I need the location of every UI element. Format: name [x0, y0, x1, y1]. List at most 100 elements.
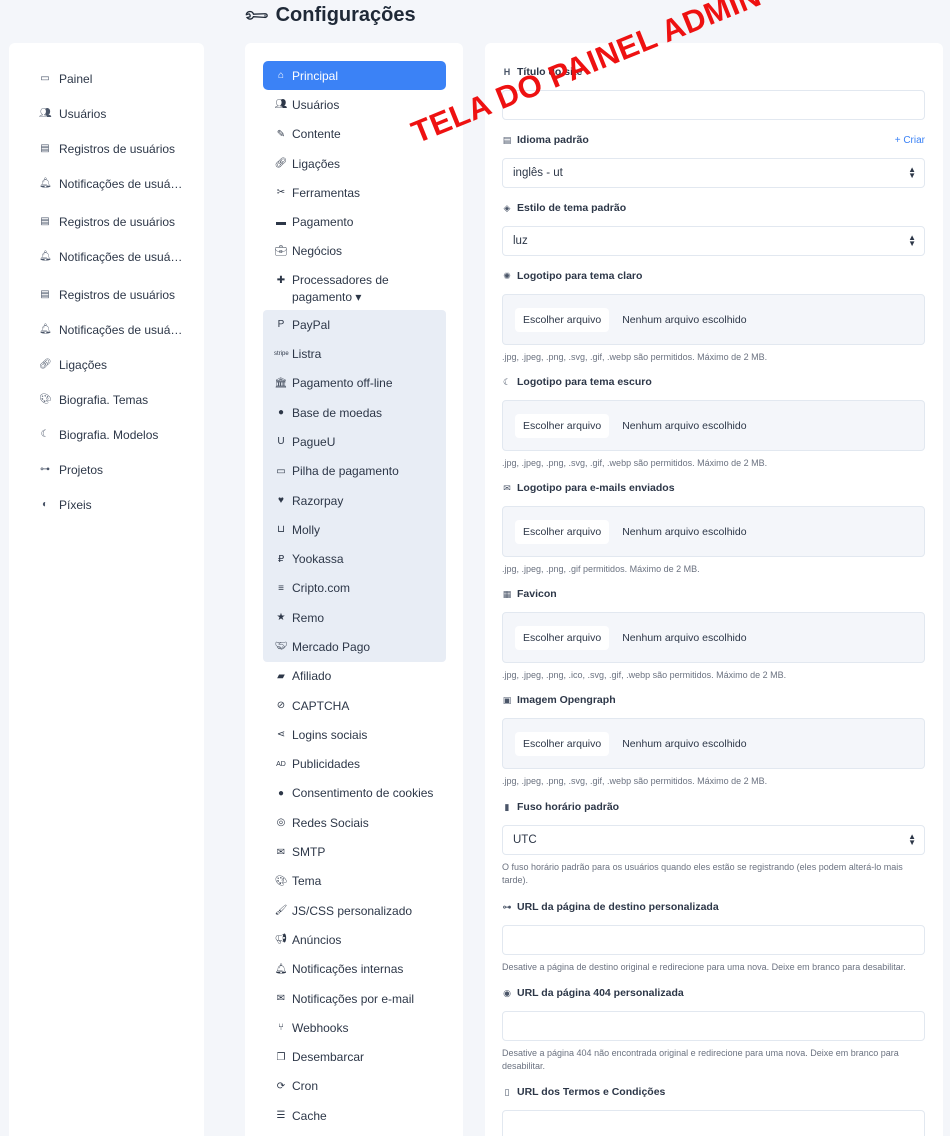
choose-file-button[interactable]: Escolher arquivo [515, 625, 610, 650]
sidebar-item-painel[interactable]: ▭ Painel [9, 61, 204, 96]
envelope-icon: ✉ [503, 482, 511, 493]
tools-icon: ✂ [276, 187, 286, 199]
menu-item-cookies[interactable]: ● Consentimento de cookies [263, 779, 446, 808]
moon-icon: ☾ [502, 376, 512, 387]
menu-item-notificacoes-email[interactable]: ✉ Notificações por e-mail [263, 984, 446, 1013]
settings-form: H Título do site ▤ Idioma padrão + Criar in… [485, 43, 943, 1136]
sidebar-item-pixeis[interactable]: ◐ Píxeis [9, 487, 204, 522]
menu-item-yookassa[interactable]: ₽ Yookassa [263, 544, 446, 573]
menu-item-afiliado[interactable]: ▰ Afiliado [263, 662, 446, 691]
menu-item-razorpay[interactable]: ♥ Razorpay [263, 486, 446, 515]
menu-item-base-moedas[interactable]: ● Base de moedas [263, 398, 446, 427]
terms-url-field: ▯ URL dos Termos e Condições [502, 1085, 925, 1136]
puzzle-icon: ✚ [276, 275, 286, 287]
home-icon: ⌂ [277, 70, 285, 82]
menu-item-webhooks[interactable]: ⑂ Webhooks [263, 1013, 446, 1042]
bullhorn-icon: 📢︎ [274, 934, 288, 946]
sidebar: ▭ Painel 👥︎ Usuários ▤ Registros de usuário… [9, 43, 204, 1136]
logo-email-file-input[interactable]: Escolher arquivo Nenhum arquivo escolhido [502, 506, 925, 557]
handshake-icon: 🤝︎ [274, 641, 288, 653]
bell-icon: 🔔︎ [39, 178, 52, 189]
wallet-icon: ▰ [277, 670, 285, 682]
menu-item-listra[interactable]: stripe Listra [263, 339, 446, 368]
sidebar-item-registros[interactable]: ▤ Registros de usuários [9, 277, 204, 312]
coinbase-icon: ● [277, 407, 285, 419]
favicon-file-input[interactable]: Escolher arquivo Nenhum arquivo escolhido [502, 612, 925, 663]
menu-item-pagueu[interactable]: U PagueU [263, 427, 446, 456]
fill-drip-icon: ◈ [503, 202, 511, 213]
menu-item-pagamento-offline[interactable]: 🏛︎ Pagamento off-line [263, 369, 446, 398]
sidebar-item-registros[interactable]: ▤ Registros de usuários [9, 131, 204, 166]
terms-url-input[interactable] [502, 1110, 925, 1136]
sidebar-item-biografia-temas[interactable]: 🎨︎ Biografia. Temas [9, 382, 204, 417]
briefcase-icon: 💼︎ [274, 245, 288, 257]
choose-file-button[interactable]: Escolher arquivo [515, 307, 610, 332]
copy-icon: ❐ [276, 1051, 286, 1063]
compass-icon: ◉ [503, 987, 511, 998]
menu-item-processadores[interactable]: ✚ Processadores de pagamento ▾ [263, 266, 446, 310]
sidebar-item-registros[interactable]: ▤ Registros de usuários [9, 204, 204, 239]
menu-item-logins-sociais[interactable]: ⋖ Logins sociais [263, 720, 446, 749]
blog-icon: ✎ [276, 128, 286, 140]
paint-brush-icon: 🖌︎ [274, 905, 288, 917]
theme-select[interactable]: luz ▲ ▼ [502, 226, 925, 256]
users-icon: 👥︎ [274, 99, 288, 111]
menu-item-captcha[interactable]: ⊘ CAPTCHA [263, 691, 446, 720]
opengraph-file-input[interactable]: Escolher arquivo Nenhum arquivo escolhido [502, 718, 925, 769]
menu-item-cripto[interactable]: ≡ Cripto.com [263, 574, 446, 603]
menu-item-negocios[interactable]: 💼︎ Negócios [263, 237, 446, 266]
stripe-icon: stripe [274, 351, 289, 358]
opengraph-field: ▣ Imagem Opengraph Escolher arquivo Nenhum… [502, 693, 925, 788]
menu-item-paypal[interactable]: P PayPal [263, 310, 446, 339]
language-select[interactable]: inglês - ut ▲ ▼ [502, 158, 925, 188]
menu-item-desembarcar[interactable]: ❐ Desembarcar [263, 1043, 446, 1072]
sidebar-item-biografia-modelos[interactable]: ☾ Biografia. Modelos [9, 417, 204, 452]
menu-item-publicidades[interactable]: AD Publicidades [263, 750, 446, 779]
menu-item-redes-sociais[interactable]: ◎ Redes Sociais [263, 808, 446, 837]
choose-file-button[interactable]: Escolher arquivo [515, 519, 610, 544]
logo-dark-file-input[interactable]: Escolher arquivo Nenhum arquivo escolhido [502, 400, 925, 451]
menu-item-ferramentas[interactable]: ✂ Ferramentas [263, 178, 446, 207]
menu-item-molly[interactable]: ⊔ Molly [263, 515, 446, 544]
menu-item-cache[interactable]: ☰ Cache [263, 1101, 446, 1130]
money-card-icon: ▭ [276, 465, 286, 477]
menu-item-cron[interactable]: ⟳ Cron [263, 1072, 446, 1101]
logo-light-file-input[interactable]: Escolher arquivo Nenhum arquivo escolhido [502, 294, 925, 345]
site-title-input[interactable] [502, 90, 925, 120]
sidebar-item-notificacoes[interactable]: 🔔︎ Notificações de usuá… [9, 239, 204, 274]
menu-item-anuncios[interactable]: 📢︎ Anúncios [263, 925, 446, 954]
menu-item-usuarios[interactable]: 👥︎ Usuários [263, 90, 446, 119]
choose-file-button[interactable]: Escolher arquivo [515, 731, 610, 756]
paypal-icon: P [277, 319, 285, 331]
menu-item-tema[interactable]: 🎨︎ Tema [263, 867, 446, 896]
menu-item-pilha-pagamento[interactable]: ▭ Pilha de pagamento [263, 457, 446, 486]
qrcode-icon: ▦ [502, 588, 512, 599]
menu-item-pagamento[interactable]: ▬ Pagamento [263, 207, 446, 236]
sidebar-item-ligacoes[interactable]: 🔗︎ Ligações [9, 347, 204, 382]
landing-url-input[interactable] [502, 925, 925, 955]
not-found-url-input[interactable] [502, 1011, 925, 1041]
atlas-icon: ▮ [504, 801, 510, 812]
language-field: ▤ Idioma padrão + Criar inglês - ut ▲ ▼ [502, 133, 925, 188]
sidebar-item-notificacoes[interactable]: 🔔︎ Notificações de usuá… [9, 166, 204, 201]
menu-item-contente[interactable]: ✎ Contente [263, 120, 446, 149]
code-branch-icon: ⑂ [278, 1022, 284, 1034]
sidebar-item-projetos[interactable]: ⊶ Projetos [9, 452, 204, 487]
menu-item-smtp[interactable]: ✉ SMTP [263, 837, 446, 866]
site-title-field: H Título do site [502, 65, 925, 120]
menu-item-notificacoes-internas[interactable]: 🔔︎ Notificações internas [263, 955, 446, 984]
choose-file-button[interactable]: Escolher arquivo [515, 413, 610, 438]
menu-item-principal[interactable]: ⌂ Principal [263, 61, 446, 91]
menu-item-ligacoes[interactable]: 🔗︎ Ligações [263, 149, 446, 178]
sidebar-item-notificacoes[interactable]: 🔔︎ Notificações de usuá… [9, 312, 204, 347]
adjust-icon: ◐ [41, 499, 49, 510]
menu-item-mercado-pago[interactable]: 🤝︎ Mercado Pago [263, 632, 446, 661]
menu-item-remo[interactable]: ★ Remo [263, 603, 446, 632]
sidebar-item-usuarios[interactable]: 👥︎ Usuários [9, 96, 204, 131]
create-language-link[interactable]: + Criar [895, 135, 925, 146]
timezone-select[interactable]: UTC ▲ ▼ [502, 825, 925, 855]
image-icon: ▣ [502, 694, 512, 705]
menu-item-jscss[interactable]: 🖌︎ JS/CSS personalizado [263, 896, 446, 925]
link-icon: 🔗︎ [274, 158, 288, 170]
heart-icon: ♥ [278, 495, 284, 506]
